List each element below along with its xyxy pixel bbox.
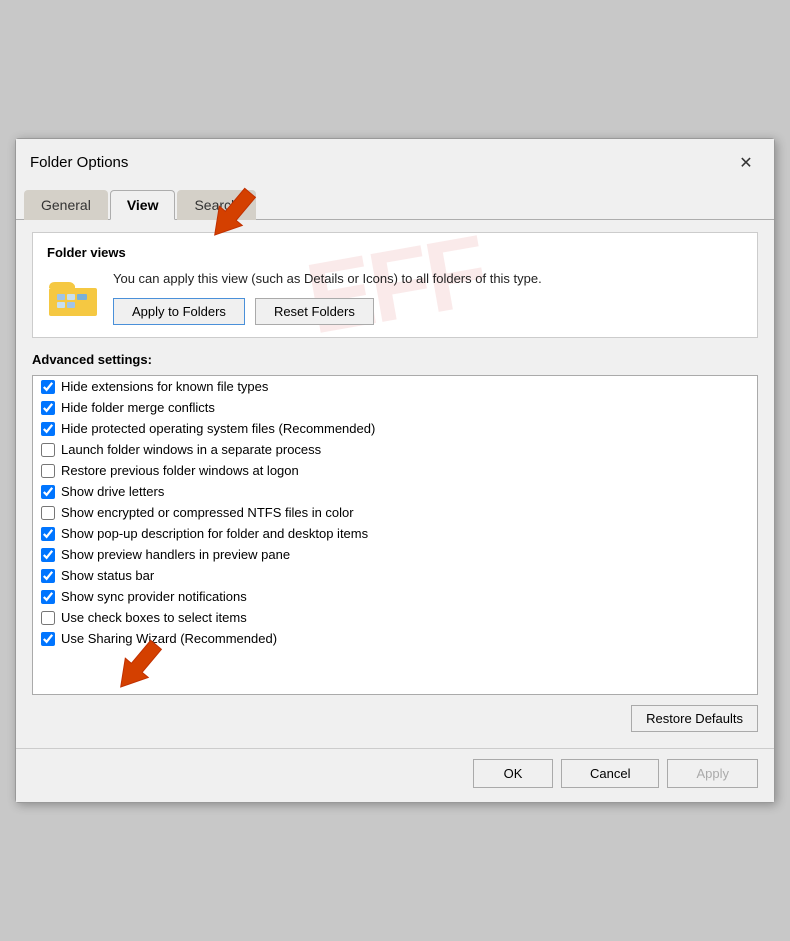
settings-item: Restore previous folder windows at logon — [33, 460, 757, 481]
settings-checkbox[interactable] — [41, 464, 55, 478]
folder-views-row: You can apply this view (such as Details… — [47, 270, 743, 325]
settings-item: Show drive letters — [33, 481, 757, 502]
folder-options-dialog: Folder Options ✕ General View Search EFF… — [15, 138, 775, 803]
dialog-title: Folder Options — [30, 154, 128, 171]
ok-button[interactable]: OK — [473, 759, 553, 788]
settings-label: Use Sharing Wizard (Recommended) — [61, 631, 277, 646]
tab-general[interactable]: General — [24, 190, 108, 220]
settings-checkbox[interactable] — [41, 548, 55, 562]
settings-label: Launch folder windows in a separate proc… — [61, 442, 321, 457]
tab-search[interactable]: Search — [177, 190, 255, 220]
tab-bar: General View Search — [16, 189, 774, 220]
settings-checkbox[interactable] — [41, 527, 55, 541]
settings-label: Use check boxes to select items — [61, 610, 247, 625]
settings-checkbox[interactable] — [41, 506, 55, 520]
settings-checkbox[interactable] — [41, 380, 55, 394]
settings-checkbox[interactable] — [41, 632, 55, 646]
settings-item: Hide protected operating system files (R… — [33, 418, 757, 439]
apply-to-folders-button[interactable]: Apply to Folders — [113, 298, 245, 325]
tab-view[interactable]: View — [110, 190, 176, 220]
tab-content: EFF Folder views — [16, 220, 774, 748]
title-bar: Folder Options ✕ — [16, 139, 774, 185]
dialog-footer: OK Cancel Apply — [16, 748, 774, 802]
settings-label: Hide folder merge conflicts — [61, 400, 215, 415]
settings-label: Hide protected operating system files (R… — [61, 421, 375, 436]
settings-item: Use Sharing Wizard (Recommended) — [33, 628, 757, 649]
close-button[interactable]: ✕ — [732, 149, 760, 177]
folder-icon-svg — [47, 270, 99, 322]
settings-checkbox[interactable] — [41, 569, 55, 583]
settings-checkbox[interactable] — [41, 401, 55, 415]
folder-icon — [47, 270, 99, 322]
settings-checkbox[interactable] — [41, 611, 55, 625]
settings-label: Show drive letters — [61, 484, 164, 499]
settings-label: Hide extensions for known file types — [61, 379, 268, 394]
restore-defaults-button[interactable]: Restore Defaults — [631, 705, 758, 732]
settings-label: Show pop-up description for folder and d… — [61, 526, 368, 541]
settings-checkbox[interactable] — [41, 422, 55, 436]
folder-views-description: You can apply this view (such as Details… — [113, 270, 542, 288]
settings-label: Show status bar — [61, 568, 154, 583]
settings-item: Hide extensions for known file types — [33, 376, 757, 397]
reset-folders-button[interactable]: Reset Folders — [255, 298, 374, 325]
settings-list: Hide extensions for known file types Hide… — [33, 376, 757, 649]
folder-views-section: EFF Folder views — [32, 232, 758, 338]
settings-item: Show sync provider notifications — [33, 586, 757, 607]
folder-views-desc-col: You can apply this view (such as Details… — [113, 270, 542, 325]
settings-checkbox[interactable] — [41, 443, 55, 457]
settings-checkbox[interactable] — [41, 485, 55, 499]
settings-label: Show encrypted or compressed NTFS files … — [61, 505, 354, 520]
settings-item: Launch folder windows in a separate proc… — [33, 439, 757, 460]
settings-label: Restore previous folder windows at logon — [61, 463, 299, 478]
settings-item: Hide folder merge conflicts — [33, 397, 757, 418]
advanced-title: Advanced settings: — [32, 352, 758, 367]
settings-item: Show pop-up description for folder and d… — [33, 523, 757, 544]
cancel-button[interactable]: Cancel — [561, 759, 659, 788]
folder-views-buttons: Apply to Folders Reset Folders — [113, 298, 542, 325]
settings-checkbox[interactable] — [41, 590, 55, 604]
settings-item: Show status bar — [33, 565, 757, 586]
settings-item: Show encrypted or compressed NTFS files … — [33, 502, 757, 523]
restore-defaults-row: Restore Defaults — [32, 705, 758, 732]
folder-views-title: Folder views — [47, 245, 743, 260]
settings-label: Show preview handlers in preview pane — [61, 547, 290, 562]
settings-item: Use check boxes to select items — [33, 607, 757, 628]
settings-list-container[interactable]: Hide extensions for known file types Hide… — [32, 375, 758, 695]
settings-item: Show preview handlers in preview pane — [33, 544, 757, 565]
advanced-settings-section: Advanced settings: Hide extensions for k… — [32, 352, 758, 732]
apply-button[interactable]: Apply — [667, 759, 758, 788]
settings-label: Show sync provider notifications — [61, 589, 247, 604]
